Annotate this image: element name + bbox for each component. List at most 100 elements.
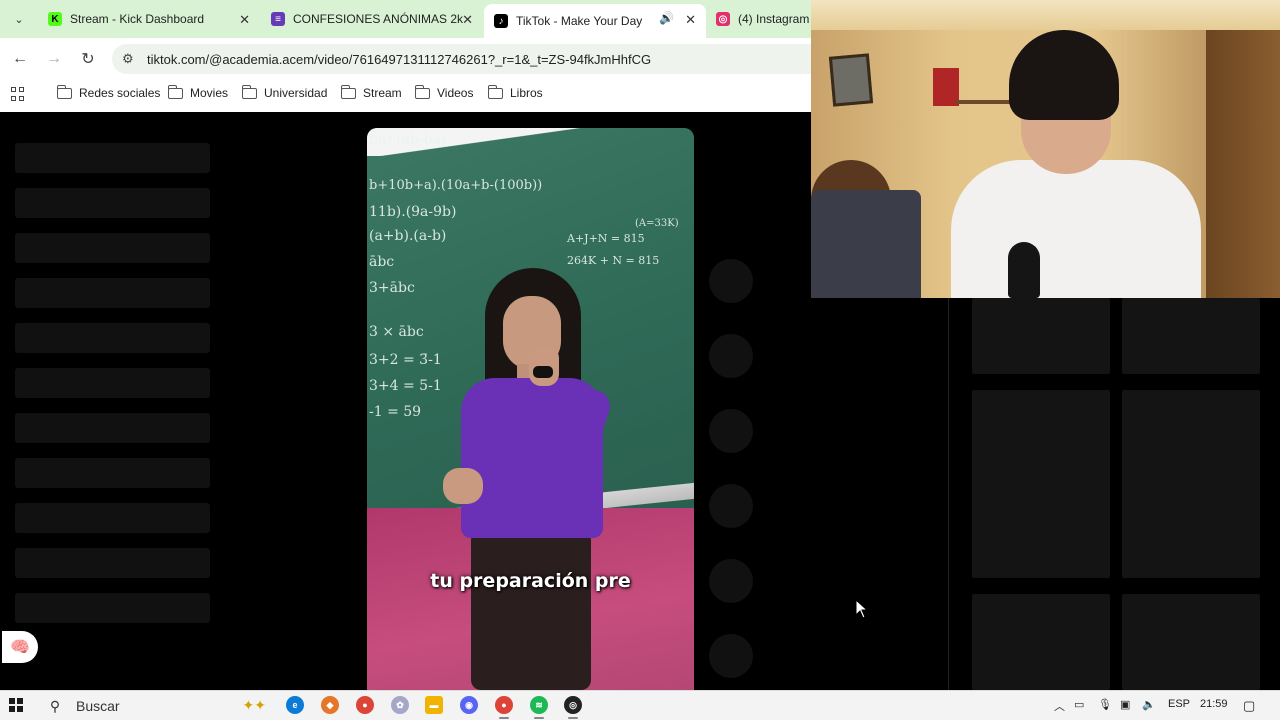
kick-icon: K [48, 12, 62, 26]
language-indicator[interactable]: ESP [1168, 698, 1190, 710]
chrome-icon[interactable]: ● [356, 696, 374, 714]
chalk-text: 264K + N = 815 [567, 254, 660, 267]
video-player[interactable]: b̄a).(āb̄-b̄ā) b+10b+a).(10a+b-(100b)) 1… [367, 128, 694, 690]
windows-start-icon[interactable] [9, 698, 23, 712]
bookmark-label: Movies [190, 86, 229, 100]
bookmark-universidad[interactable]: Universidad [241, 84, 328, 100]
microphone-tray-icon[interactable]: 🎙 [1098, 698, 1112, 711]
bookmark-libros[interactable]: Libros [487, 84, 543, 100]
chalk-text: b̄a).(āb̄-b̄ā) [369, 132, 447, 148]
chalk-text: 3 × ābc [369, 324, 424, 340]
tab-kick-dashboard[interactable]: K Stream - Kick Dashboard ✕ [38, 4, 260, 34]
taskbar-search[interactable]: ⚲ Buscar ✦✦ [38, 693, 272, 719]
tab-tiktok[interactable]: ♪ TikTok - Make Your Day 🔊 ✕ [484, 4, 706, 38]
bookmark-label: Stream [363, 86, 402, 100]
forward-icon[interactable]: → [44, 49, 64, 69]
presenter [443, 268, 617, 690]
close-tab-icon[interactable]: ✕ [685, 12, 696, 28]
presenter-hand [443, 468, 483, 504]
video-thumbnail-placeholder[interactable] [972, 390, 1110, 578]
obs-icon[interactable]: ◎ [564, 696, 582, 719]
network-icon[interactable]: ▣ [1120, 698, 1130, 711]
sidebar-skeleton-item [15, 323, 210, 353]
search-placeholder: Buscar [76, 698, 120, 714]
volume-icon[interactable]: 🔈 [1142, 698, 1156, 711]
share-button[interactable] [709, 559, 753, 603]
bookmark-label: Libros [510, 86, 543, 100]
clock[interactable]: 21:59 [1200, 698, 1228, 710]
video-thumbnail-placeholder[interactable] [1122, 298, 1260, 374]
video-thumbnail-placeholder[interactable] [1122, 390, 1260, 578]
chalk-text: 11b).(9a-9b) [369, 204, 457, 220]
avatar-button[interactable] [709, 259, 753, 303]
bookmark-redes-sociales[interactable]: Redes sociales [56, 84, 160, 100]
video-thumbnail-placeholder[interactable] [972, 594, 1110, 690]
mouse-cursor-icon [855, 599, 869, 619]
chalk-text: ābc [369, 254, 395, 270]
video-caption: tu preparación pre [430, 570, 631, 592]
chalk-text: -1 = 59 [369, 404, 422, 420]
file-explorer-icon[interactable]: ▬ [425, 696, 443, 714]
edge-icon[interactable]: e [286, 696, 304, 714]
tab-search-menu-icon[interactable]: ⌄ [8, 8, 30, 30]
close-tab-icon[interactable]: ✕ [462, 12, 473, 28]
bed [811, 190, 921, 298]
video-thumbnail-placeholder[interactable] [1122, 594, 1260, 690]
chalk-text: A+J+N = 815 [567, 232, 645, 245]
speaker-icon[interactable]: 🔊 [659, 11, 674, 25]
notifications-icon[interactable]: ▢ [1243, 698, 1255, 714]
reload-icon[interactable]: ↻ [78, 49, 98, 69]
app-icon[interactable]: ✿ [391, 696, 409, 714]
instagram-icon: ◎ [716, 12, 730, 26]
chalk-text: 3+2 = 3̄-1 [369, 352, 442, 368]
back-icon[interactable]: ← [10, 49, 30, 69]
tab-title: (4) Instagram [738, 12, 810, 26]
sidebar-skeleton-item [15, 278, 210, 308]
tab-instagram[interactable]: ◎ (4) Instagram [706, 4, 811, 34]
close-tab-icon[interactable]: ✕ [239, 12, 250, 28]
sidebar-skeleton-item [15, 548, 210, 578]
bookmark-videos[interactable]: Videos [414, 84, 474, 100]
sidebar-skeleton-item [15, 413, 210, 443]
video-thumbnail-placeholder[interactable] [972, 298, 1110, 374]
bookmark-label: Universidad [264, 86, 328, 100]
url-text[interactable]: tiktok.com/@academia.acem/video/76164971… [147, 52, 651, 67]
sidebar-skeleton-item [15, 143, 210, 173]
tray-expand-icon[interactable]: ︿ [1054, 698, 1065, 714]
sidebar-skeleton-item [15, 188, 210, 218]
apps-grid-icon[interactable] [11, 87, 25, 101]
tab-confesiones[interactable]: ≡ CONFESIONES ANÓNIMAS 2k2 ✕ [261, 4, 483, 34]
tab-title: TikTok - Make Your Day [516, 14, 643, 28]
folder-icon [241, 84, 257, 99]
wardrobe [1206, 30, 1280, 298]
tiktok-icon: ♪ [494, 14, 508, 28]
streamer-body [951, 160, 1201, 298]
bookmark-button[interactable] [709, 484, 753, 528]
webcam-overlay [811, 0, 1280, 298]
chalk-text: b+10b+a).(10a+b-(100b)) [369, 178, 543, 193]
like-button[interactable] [709, 334, 753, 378]
sidebar-skeleton-item [15, 593, 210, 623]
presenter-pants [471, 530, 591, 690]
tab-title: Stream - Kick Dashboard [70, 12, 205, 26]
chrome-active-icon[interactable]: ● [495, 696, 513, 719]
discord-icon[interactable]: ◉ [460, 696, 478, 714]
music-disc-button[interactable] [709, 634, 753, 678]
site-info-icon[interactable]: ⚙ [122, 51, 134, 67]
microphone-icon [533, 366, 553, 378]
panel-divider [948, 298, 949, 690]
bookmark-label: Videos [437, 86, 474, 100]
chalk-text: 3+ābc [369, 280, 415, 296]
brain-extension-icon[interactable]: 🧠 [2, 631, 38, 663]
bookmark-stream[interactable]: Stream [340, 84, 402, 100]
folder-icon [56, 84, 72, 99]
folder-icon [414, 84, 430, 99]
copilot-icon[interactable]: ◆ [321, 696, 339, 714]
spotify-icon[interactable]: ≋ [530, 696, 548, 719]
folder-icon [487, 84, 503, 99]
battery-icon[interactable]: ▭ [1074, 698, 1084, 711]
sidebar-skeleton-item [15, 368, 210, 398]
chalk-text: (a+b).(a-b) [369, 228, 447, 244]
bookmark-movies[interactable]: Movies [167, 84, 229, 100]
comment-button[interactable] [709, 409, 753, 453]
